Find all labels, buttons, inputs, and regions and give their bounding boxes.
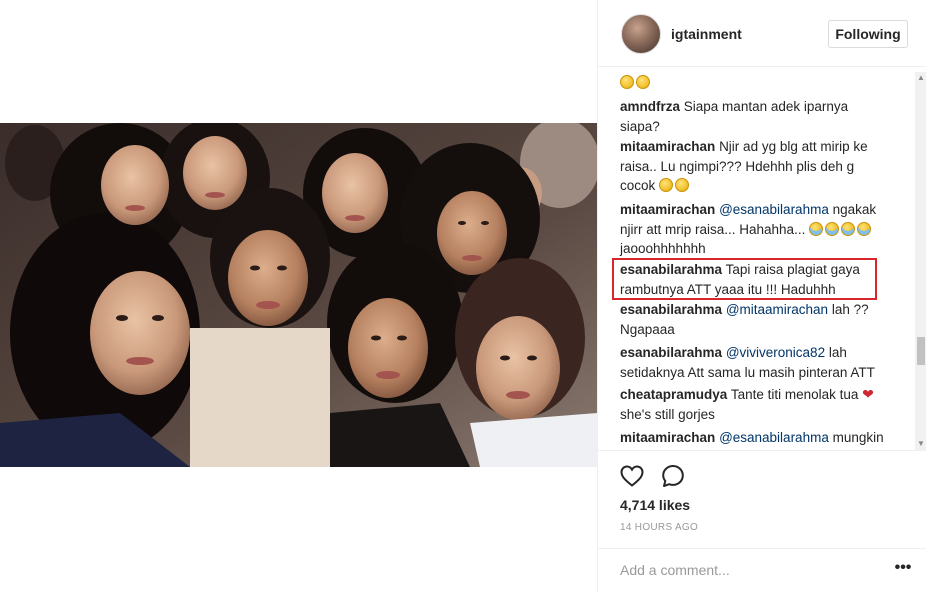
comment-text: mungkin: [832, 430, 884, 445]
post-username[interactable]: igtainment: [671, 26, 742, 42]
like-button[interactable]: [619, 463, 645, 489]
comment-text: ngakak: [832, 202, 877, 217]
emoji-icon: [825, 221, 840, 236]
comment-text: lah ??: [831, 302, 869, 317]
comment-username[interactable]: amndfrza: [620, 99, 680, 114]
comment-item: esanabilarahma Tapi raisa plagiat gaya r…: [620, 260, 890, 299]
emoji-icon: [857, 221, 872, 236]
comment-username[interactable]: mitaamirachan: [620, 139, 715, 154]
comment-text: Tante titi menolak tua: [730, 387, 859, 402]
comment-item: amndfrza Siapa mantan adek iparnya siapa…: [620, 97, 890, 136]
emoji-icon: [675, 178, 690, 192]
comment-username[interactable]: cheatapramudya: [620, 387, 727, 402]
post-header: igtainment Following: [598, 0, 926, 67]
comments-scrollbar[interactable]: ▲ ▼: [915, 72, 926, 450]
comment-username[interactable]: esanabilarahma: [620, 262, 722, 277]
comment-text: Tapi raisa plagiat gaya: [725, 262, 860, 277]
comment-mention[interactable]: @esanabilarahma: [719, 202, 829, 217]
heart-icon: [620, 465, 644, 487]
comment-text: rambutnya ATT yaaa itu !!! Haduhhh: [620, 281, 836, 297]
comment-username[interactable]: mitaamirachan: [620, 430, 715, 445]
scrollbar-thumb[interactable]: [917, 337, 925, 365]
comment-icon: [662, 465, 684, 487]
comment-username[interactable]: esanabilarahma: [620, 345, 722, 360]
following-button[interactable]: Following: [828, 20, 908, 48]
comment-username[interactable]: mitaamirachan: [620, 202, 715, 217]
emoji-icon: [841, 221, 856, 236]
emoji-icon: [620, 75, 634, 89]
comment-item: cheatapramudya Tante titi menolak tua ❤ …: [620, 385, 890, 424]
comment-text: setidaknya Att sama lu masih pinteran AT…: [620, 364, 875, 380]
comment-text: raisa.. Lu ngimpi??? Hdehhh plis deh g: [620, 158, 855, 174]
add-comment-bar: •••: [598, 548, 926, 592]
comment-username[interactable]: esanabilarahma: [620, 302, 722, 317]
comment-text: jaooohhhhhhh: [620, 241, 706, 256]
comment-item: mitaamirachan Njir ad yg blg att mirip k…: [620, 137, 890, 196]
comment-text: cocok: [620, 178, 656, 193]
group-selfie-image: [0, 123, 597, 467]
comment-text: Ngapaaa: [620, 321, 675, 337]
comment-item: mitaamirachan @esanabilarahma ngakak nji…: [620, 200, 890, 259]
scroll-down-arrow-icon[interactable]: ▼: [917, 440, 925, 448]
comment-item: mitaamirachan @esanabilarahma mungkin: [620, 428, 890, 450]
emoji-icon: [636, 75, 650, 89]
comment-text: she's still gorjes: [620, 406, 715, 422]
comment-list: amndfrza Siapa mantan adek iparnya siapa…: [598, 67, 916, 450]
comment-mention[interactable]: @mitaamirachan: [726, 302, 828, 317]
scroll-up-arrow-icon[interactable]: ▲: [917, 74, 925, 82]
add-comment-input[interactable]: [620, 559, 870, 581]
comment-text: Njir ad yg blg att mirip ke: [719, 139, 868, 154]
comment-text: siapa?: [620, 118, 660, 134]
comment-text: lah: [828, 345, 847, 360]
post-side-panel: igtainment Following amndfrza Siapa mant…: [597, 0, 926, 592]
avatar[interactable]: [621, 14, 661, 54]
post-timestamp[interactable]: 14 HOURS AGO: [620, 522, 698, 533]
heart-emoji-icon: ❤: [862, 386, 874, 402]
post-actions: 4,714 likes 14 HOURS AGO •••: [598, 450, 926, 592]
comment-button[interactable]: [660, 463, 686, 489]
comment-text: Siapa mantan adek iparnya: [683, 99, 849, 114]
list-item: [620, 73, 890, 93]
post-photo[interactable]: [0, 123, 597, 467]
likes-count[interactable]: 4,714 likes: [620, 497, 690, 513]
comment-item: esanabilarahma @viviveronica82 lah setid…: [620, 343, 890, 382]
comment-item: esanabilarahma @mitaamirachan lah ?? Nga…: [620, 300, 890, 339]
emoji-icon: [659, 178, 674, 192]
post-photo-area: [0, 0, 597, 592]
comment-mention[interactable]: @viviveronica82: [726, 345, 825, 360]
comment-text: njirr att mrip raisa... Hahahha...: [620, 221, 806, 237]
more-options-icon[interactable]: •••: [891, 559, 915, 581]
comment-mention[interactable]: @esanabilarahma: [719, 430, 829, 445]
emoji-icon: [809, 221, 824, 236]
